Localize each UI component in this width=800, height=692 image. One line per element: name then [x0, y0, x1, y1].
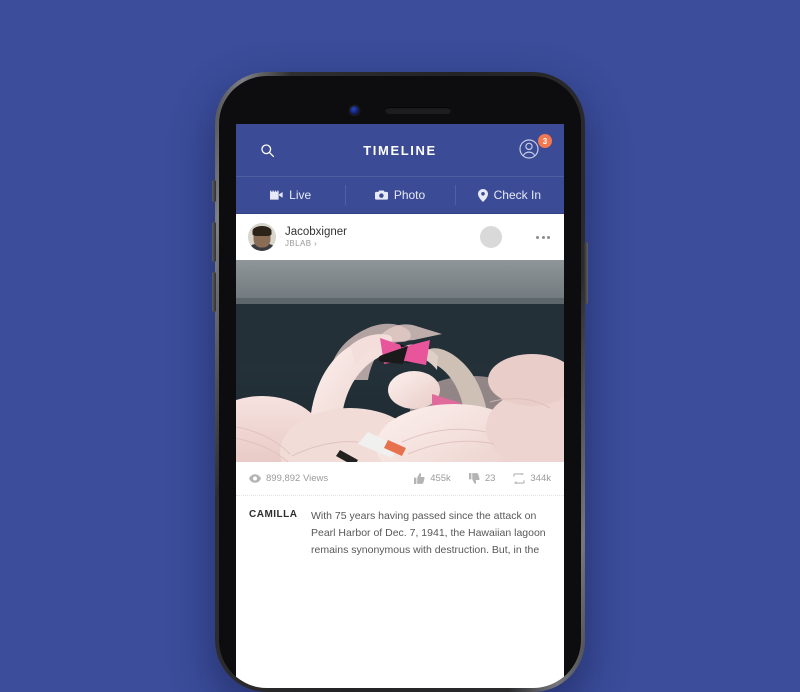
power-button[interactable]	[584, 242, 588, 304]
dot-icon	[541, 235, 545, 239]
camera-icon	[374, 190, 388, 200]
stat-likes[interactable]: 455k	[414, 473, 451, 484]
stat-likes-value: 455k	[430, 473, 451, 484]
tab-photo[interactable]: Photo	[345, 177, 454, 213]
video-camera-icon	[270, 190, 283, 200]
phone-screen: TIMELINE 3 Live Photo Check In Jacobxign…	[236, 124, 564, 688]
front-camera-icon	[349, 105, 359, 115]
post-photo[interactable]	[236, 260, 564, 462]
notification-badge: 3	[538, 134, 552, 148]
stat-dislikes-value: 23	[484, 473, 496, 484]
thumbs-down-icon	[468, 473, 480, 484]
earpiece-speaker-icon	[384, 106, 451, 114]
search-icon	[260, 143, 274, 157]
action-bar: Live Photo Check In	[236, 176, 564, 214]
post-caption: CAMILLA With 75 years having passed sinc…	[236, 496, 564, 559]
tab-checkin[interactable]: Check In	[454, 177, 564, 213]
sensor-row	[219, 103, 581, 117]
avatar[interactable]	[248, 223, 276, 251]
post-overflow-menu-button[interactable]	[536, 235, 552, 239]
placeholder-circle	[480, 226, 502, 248]
map-pin-icon	[477, 188, 488, 202]
stat-views: 899,892 Views	[249, 473, 396, 484]
tab-live[interactable]: Live	[236, 177, 345, 213]
tab-checkin-label: Check In	[493, 188, 541, 202]
post-author-name: Jacobxigner	[285, 226, 348, 238]
stat-shares-value: 344k	[530, 473, 551, 484]
profile-button[interactable]: 3	[518, 134, 552, 163]
search-button[interactable]	[252, 143, 282, 158]
tab-live-label: Live	[289, 188, 312, 202]
dot-icon	[547, 235, 550, 239]
stat-views-value: 899,892 Views	[266, 473, 329, 484]
thumbs-up-icon	[414, 473, 425, 484]
caption-label: CAMILLA	[249, 509, 298, 520]
caption-text: With 75 years having passed since the at…	[311, 510, 546, 556]
phone-bezel: TIMELINE 3 Live Photo Check In Jacobxign…	[219, 76, 581, 688]
stat-dislikes[interactable]: 23	[468, 473, 496, 484]
share-icon	[513, 473, 526, 484]
app-header: TIMELINE 3	[236, 124, 564, 176]
volume-up-button[interactable]	[212, 222, 216, 262]
post-author-block: Jacobxigner JBLAB ›	[285, 226, 480, 248]
flamingos-photo	[236, 260, 564, 462]
dot-icon	[536, 235, 539, 239]
stat-shares[interactable]: 344k	[513, 473, 551, 484]
post-author-subtitle[interactable]: JBLAB ›	[285, 239, 480, 248]
eye-icon	[249, 474, 261, 483]
post-header: Jacobxigner JBLAB ›	[236, 214, 564, 260]
post-stats: 899,892 Views 455k 23 344k	[236, 462, 564, 496]
volume-down-button[interactable]	[212, 272, 216, 312]
page-title: TIMELINE	[363, 142, 437, 158]
silent-switch-button[interactable]	[212, 180, 216, 202]
phone-device: TIMELINE 3 Live Photo Check In Jacobxign…	[212, 72, 588, 692]
tab-photo-label: Photo	[393, 188, 426, 202]
